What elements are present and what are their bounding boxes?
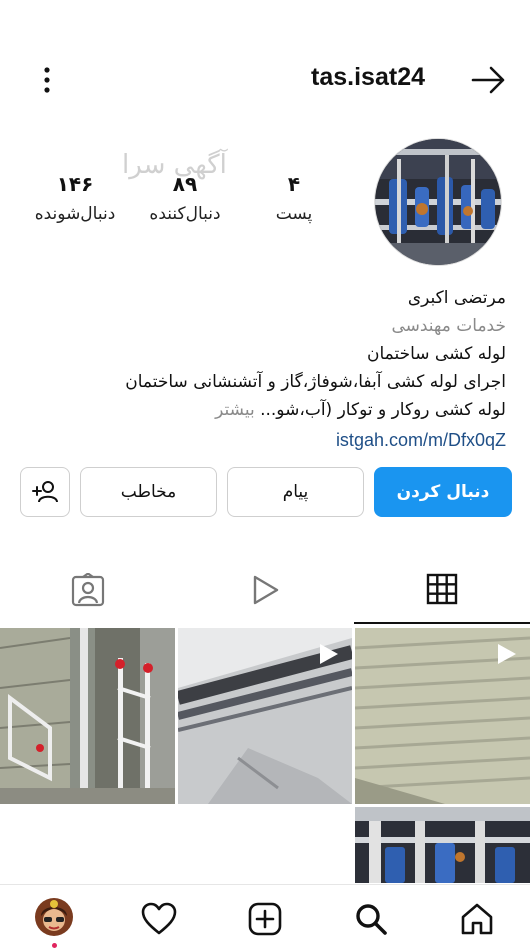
nav-search[interactable] xyxy=(351,899,391,939)
posts-count: ۴ xyxy=(287,172,301,196)
grid-icon xyxy=(426,573,458,605)
play-icon xyxy=(498,644,516,664)
following-label: دنبال‌شونده xyxy=(34,204,116,224)
bio-line: لوله کشی ساختمان xyxy=(366,344,506,364)
search-icon xyxy=(356,904,387,935)
tab-reels[interactable] xyxy=(177,556,353,624)
message-button[interactable]: پیام xyxy=(227,467,364,517)
post-thumbnail[interactable] xyxy=(355,807,530,883)
post-thumbnail[interactable] xyxy=(178,628,352,804)
top-bar: tas.isat24 xyxy=(0,55,530,105)
contact-button[interactable]: مخاطب xyxy=(80,467,217,517)
posts-grid xyxy=(0,628,530,883)
profile-avatar[interactable] xyxy=(374,138,502,266)
add-post-icon xyxy=(248,902,282,936)
post-thumbnail[interactable] xyxy=(355,628,530,804)
bio-line: لوله کشی روکار و توکار (آب،شو... xyxy=(260,400,506,420)
tagged-person-icon xyxy=(71,573,105,607)
profile-category: خدمات مهندسی xyxy=(391,316,506,336)
bio-line-truncated: لوله کشی روکار و توکار (آب،شو... بیشتر xyxy=(26,396,506,424)
nav-activity[interactable] xyxy=(139,899,179,939)
display-name: مرتضی اکبری xyxy=(407,288,506,308)
following-count: ۱۴۶ xyxy=(56,172,94,196)
followers-label: دنبال‌کننده xyxy=(149,204,221,224)
followers-stat[interactable]: ۸۹ دنبال‌کننده xyxy=(140,172,230,224)
add-user-icon xyxy=(32,481,58,503)
post-thumbnail[interactable] xyxy=(0,628,175,804)
arrow-right-icon[interactable] xyxy=(470,65,508,95)
more-vertical-icon[interactable] xyxy=(36,65,58,95)
heart-icon xyxy=(141,902,177,935)
add-user-button[interactable] xyxy=(20,467,70,517)
home-icon xyxy=(461,903,493,935)
nav-home[interactable] xyxy=(457,899,497,939)
bottom-navigation xyxy=(0,884,530,950)
followers-count: ۸۹ xyxy=(172,172,198,196)
bio-line: اجرای لوله کشی آبفا،شوفاژ،گاز و آتشنشانی… xyxy=(125,372,506,392)
following-stat[interactable]: ۱۴۶ دنبال‌شونده xyxy=(26,172,124,224)
profile-link[interactable]: istgah.com/m/Dfx0qZ xyxy=(26,426,506,454)
profile-username: tas.isat24 xyxy=(311,63,425,91)
notification-dot xyxy=(52,943,57,948)
nav-add-post[interactable] xyxy=(245,899,285,939)
more-link[interactable]: بیشتر xyxy=(215,400,255,420)
nav-avatar xyxy=(35,898,73,936)
nav-profile[interactable] xyxy=(34,897,74,937)
posts-stat[interactable]: ۴ پست xyxy=(268,172,320,224)
play-icon xyxy=(320,644,338,664)
tab-tagged[interactable] xyxy=(0,556,176,624)
follow-button[interactable]: دنبال کردن xyxy=(374,467,512,517)
play-icon xyxy=(253,575,279,605)
profile-bio: مرتضی اکبری خدمات مهندسی لوله کشی ساختما… xyxy=(26,284,506,454)
tab-posts-grid[interactable] xyxy=(354,556,530,624)
posts-label: پست xyxy=(275,204,313,224)
profile-tabs xyxy=(0,556,530,624)
